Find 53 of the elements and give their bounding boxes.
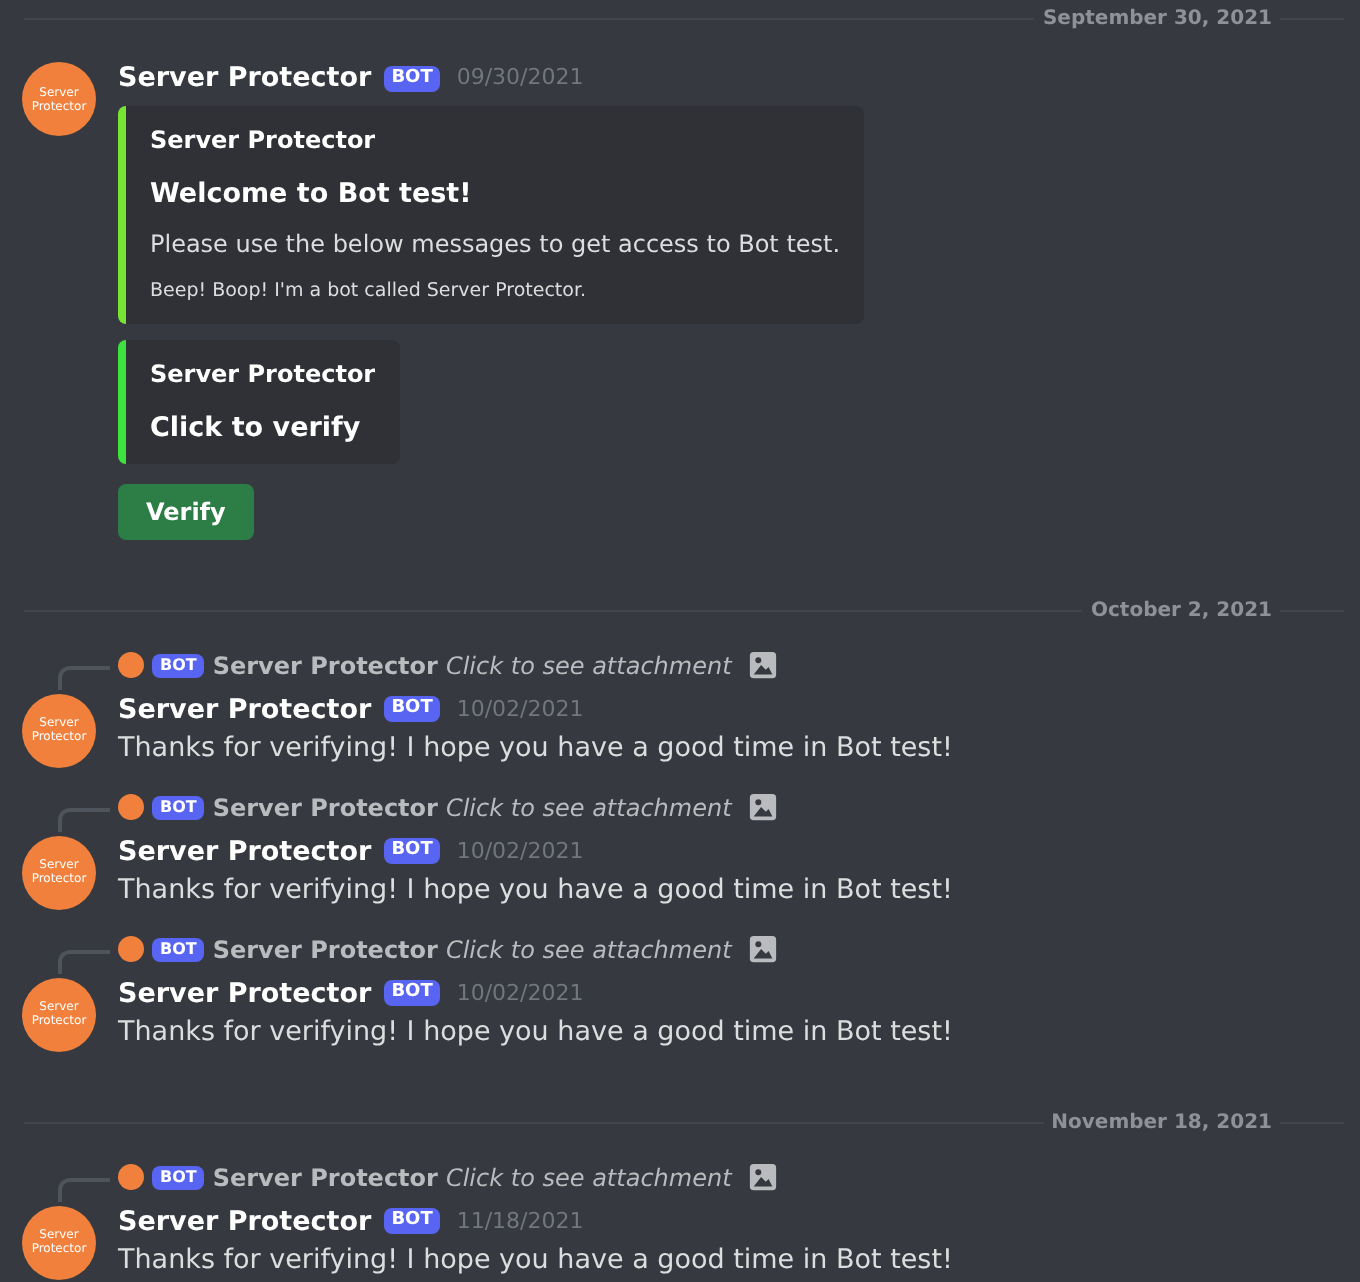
author-name[interactable]: Server Protector xyxy=(118,831,372,872)
bot-badge: BOT xyxy=(152,937,205,962)
reply-connector xyxy=(58,665,110,690)
avatar-icon xyxy=(118,936,144,963)
reply-connector xyxy=(58,807,110,832)
message-text: Thanks for verifying! I hope you have a good time in Bot test! xyxy=(118,1241,953,1280)
reply-author[interactable]: Server Protector xyxy=(212,931,438,968)
image-icon xyxy=(747,792,778,823)
avatar-icon xyxy=(118,1164,144,1191)
timestamp: 09/30/2021 xyxy=(456,61,584,94)
image-icon xyxy=(747,934,778,965)
reply-author[interactable]: Server Protector xyxy=(212,1159,438,1196)
author-name[interactable]: Server Protector xyxy=(118,689,372,730)
message-text: Thanks for verifying! I hope you have a good time in Bot test! xyxy=(118,729,953,768)
author-name[interactable]: Server Protector xyxy=(118,57,372,99)
reply-connector xyxy=(58,949,110,974)
reply-connector xyxy=(58,1177,110,1202)
timestamp: 10/02/2021 xyxy=(456,977,584,1009)
timestamp: 10/02/2021 xyxy=(456,835,584,867)
bot-badge: BOT xyxy=(383,980,441,1007)
reply-preview-text[interactable]: Click to see attachment xyxy=(445,789,732,826)
reply-preview-text[interactable]: Click to see attachment xyxy=(445,931,732,968)
embed-author: Server Protector xyxy=(150,124,378,158)
date-divider-label: October 2, 2021 xyxy=(1088,597,1274,626)
image-icon xyxy=(747,1162,778,1193)
date-divider-label: September 30, 2021 xyxy=(1040,6,1274,34)
image-icon xyxy=(747,650,778,681)
message-text: Thanks for verifying! I hope you have a good time in Bot test! xyxy=(118,1013,953,1052)
author-name[interactable]: Server Protector xyxy=(118,973,372,1014)
message-text: Thanks for verifying! I hope you have a good time in Bot test! xyxy=(118,871,953,910)
reply-preview-text[interactable]: Click to see attachment xyxy=(445,647,732,684)
bot-badge: BOT xyxy=(152,653,205,678)
bot-badge: BOT xyxy=(383,65,441,91)
bot-badge: BOT xyxy=(383,696,441,723)
embed-title: Click to verify xyxy=(150,409,363,447)
reply-author[interactable]: Server Protector xyxy=(212,789,438,826)
verify-button[interactable]: Verify xyxy=(118,483,254,540)
timestamp: 10/02/2021 xyxy=(456,693,584,725)
reply-preview-text[interactable]: Click to see attachment xyxy=(445,1159,732,1196)
bot-badge: BOT xyxy=(152,795,205,820)
reply-author[interactable]: Server Protector xyxy=(212,647,438,684)
author-name[interactable]: Server Protector xyxy=(118,1201,372,1242)
embed-description: Please use the below messages to get access to Bot test. xyxy=(150,228,841,263)
embed-title: Welcome to Bot test! xyxy=(150,176,474,214)
bot-badge: BOT xyxy=(383,838,441,865)
embed-author: Server Protector xyxy=(150,357,376,391)
avatar-icon xyxy=(118,652,144,679)
embed-footer: Beep! Boop! I'm a bot called Server Protector. xyxy=(150,278,841,307)
timestamp: 11/18/2021 xyxy=(456,1205,584,1237)
date-divider-label: November 18, 2021 xyxy=(1049,1109,1274,1138)
avatar-icon xyxy=(118,794,144,821)
bot-badge: BOT xyxy=(383,1208,441,1235)
bot-badge: BOT xyxy=(152,1165,205,1190)
